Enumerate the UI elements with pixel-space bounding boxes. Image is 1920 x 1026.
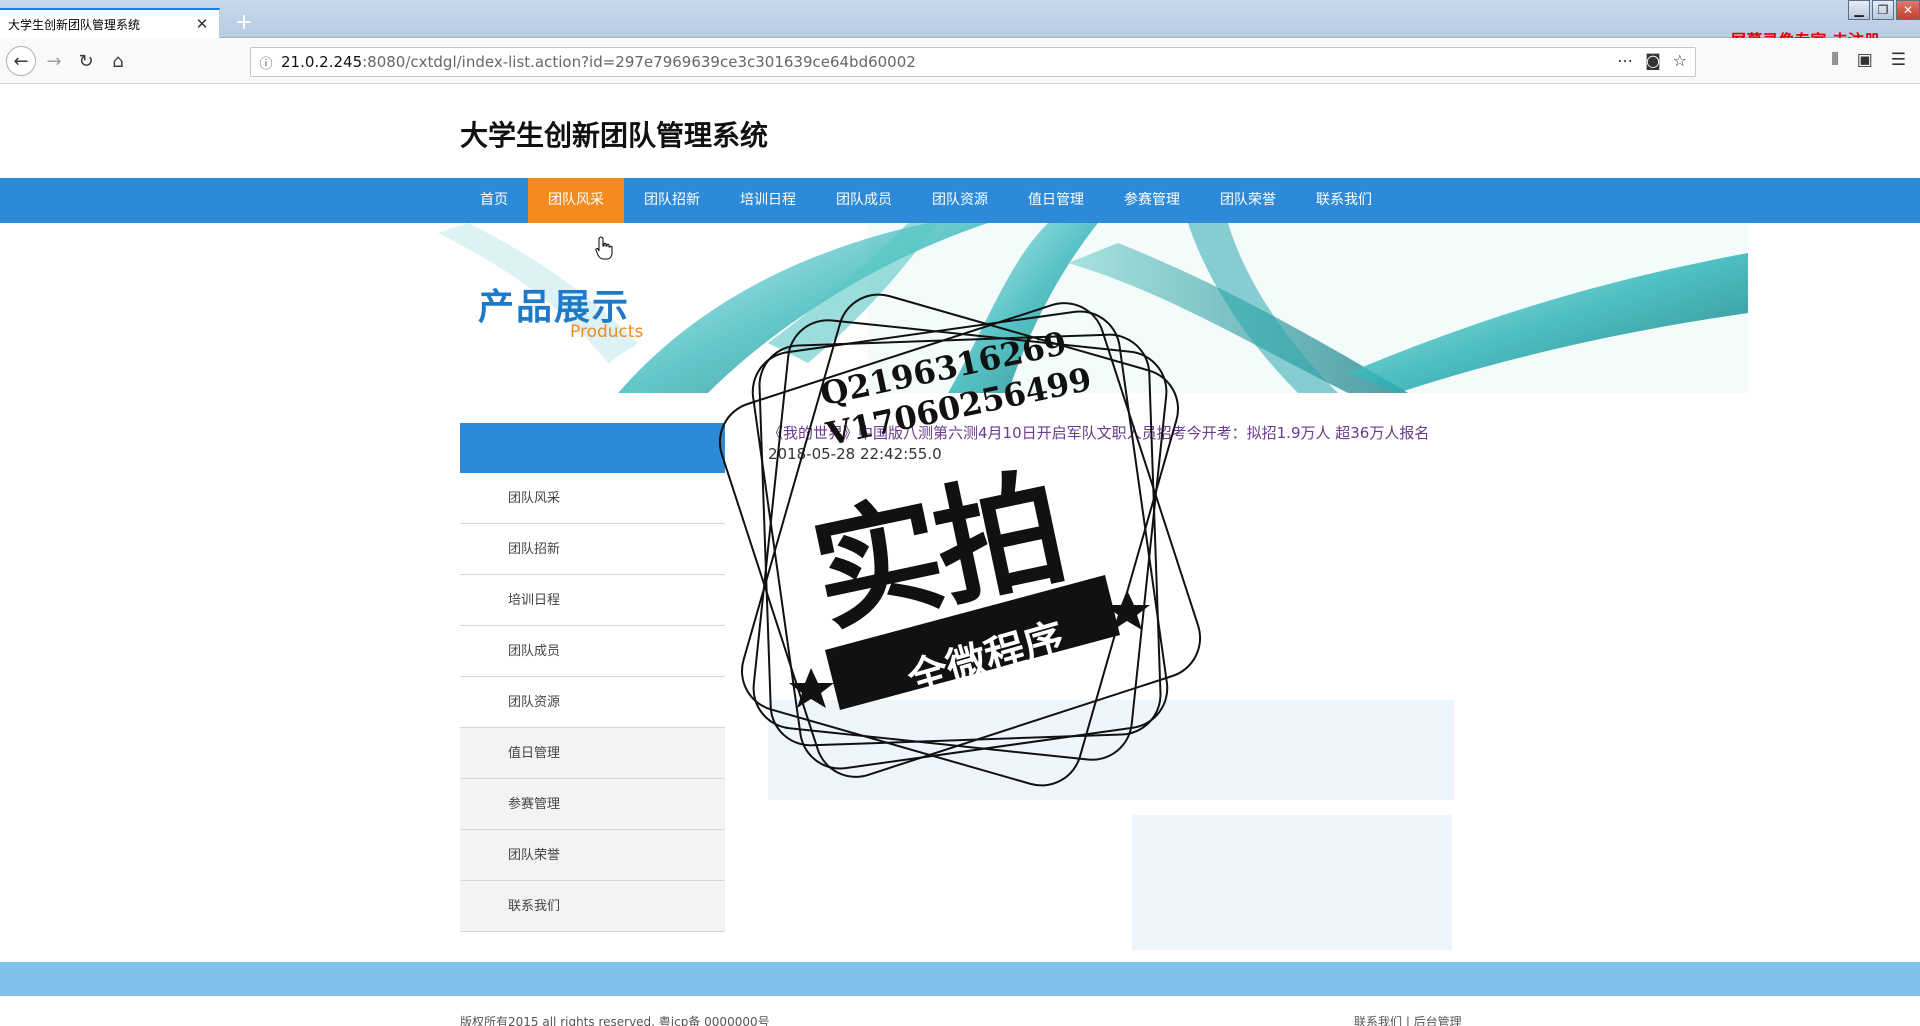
nav-item-0[interactable]: 首页 — [460, 178, 528, 223]
pocket-icon[interactable]: ◙ — [1645, 51, 1661, 70]
banner-subtitle: Products — [570, 322, 644, 342]
forward-arrow-icon[interactable]: → — [40, 47, 68, 75]
site-info-icon[interactable]: ⓘ — [251, 53, 281, 72]
sidebar-toggle-icon[interactable]: ▣ — [1857, 50, 1873, 70]
footer-links[interactable]: 联系我们 | 后台管理 — [1354, 1013, 1462, 1026]
tab-title: 大学生创新团队管理系统 — [8, 17, 141, 32]
url-host: 21.0.2.245 — [281, 53, 363, 71]
nav-item-7[interactable]: 参赛管理 — [1104, 178, 1200, 223]
minimize-icon[interactable]: ▁ — [1848, 0, 1870, 20]
footer-copyright: 版权所有2015 all rights reserved. 粤icp备 0000… — [460, 1015, 770, 1026]
sidebar-item-0[interactable]: 团队风采 — [460, 473, 725, 524]
hand-cursor-icon — [595, 236, 613, 264]
main-navigation: 首页 团队风采 团队招新 培训日程 团队成员 团队资源 值日管理 参赛管理 团队荣誉 联系我们 — [0, 178, 1920, 223]
nav-item-1[interactable]: 团队风采 — [528, 178, 624, 223]
stamp-watermark: Q2196316269 V17060256499 实拍 全微程序 — [715, 290, 1205, 790]
menu-icon[interactable]: ☰ — [1891, 50, 1906, 70]
sidebar-item-5[interactable]: 值日管理 — [460, 728, 725, 779]
nav-item-6[interactable]: 值日管理 — [1008, 178, 1104, 223]
sidebar-item-6[interactable]: 参赛管理 — [460, 779, 725, 830]
nav-item-3[interactable]: 培训日程 — [720, 178, 816, 223]
bookmark-star-icon[interactable]: ☆ — [1673, 51, 1687, 70]
new-tab-button[interactable]: + — [232, 10, 256, 36]
home-icon[interactable]: ⌂ — [104, 47, 132, 75]
sidebar: 团队风采 团队招新 培训日程 团队成员 团队资源 值日管理 参赛管理 团队荣誉 联系我们 — [460, 423, 725, 932]
tab-close-icon[interactable]: ✕ — [193, 15, 211, 33]
sidebar-item-4[interactable]: 团队资源 — [460, 677, 725, 728]
sidebar-header — [460, 423, 725, 473]
nav-item-2[interactable]: 团队招新 — [624, 178, 720, 223]
restore-icon[interactable]: ❐ — [1872, 0, 1894, 20]
nav-item-8[interactable]: 团队荣誉 — [1200, 178, 1296, 223]
sidebar-item-2[interactable]: 培训日程 — [460, 575, 725, 626]
sidebar-item-7[interactable]: 团队荣誉 — [460, 830, 725, 881]
site-title: 大学生创新团队管理系统 — [460, 119, 769, 152]
browser-navbar: ← → ↻ ⌂ ⓘ 21.0.2.245:8080/cxtdgl/index-l… — [0, 38, 1920, 84]
url-path: :8080/cxtdgl/index-list.action?id=297e79… — [362, 53, 916, 71]
browser-titlebar: 大学生创新团队管理系统 ✕ + ▁ ❐ ✕ 屏幕录像专家 未注册 — [0, 0, 1920, 50]
footer-bar — [0, 962, 1920, 996]
nav-item-9[interactable]: 联系我们 — [1296, 178, 1392, 223]
faint-content-block — [1132, 815, 1452, 950]
close-window-icon[interactable]: ✕ — [1896, 0, 1920, 20]
reload-icon[interactable]: ↻ — [72, 47, 100, 75]
back-arrow-icon[interactable]: ← — [6, 46, 36, 76]
library-icon[interactable]: ⫴ — [1832, 50, 1839, 70]
sidebar-item-8[interactable]: 联系我们 — [460, 881, 725, 932]
nav-item-5[interactable]: 团队资源 — [912, 178, 1008, 223]
page-actions-icon[interactable]: ⋯ — [1617, 51, 1633, 70]
window-controls: ▁ ❐ ✕ — [1848, 0, 1920, 20]
browser-tab[interactable]: 大学生创新团队管理系统 ✕ — [0, 8, 220, 38]
nav-item-4[interactable]: 团队成员 — [816, 178, 912, 223]
sidebar-item-3[interactable]: 团队成员 — [460, 626, 725, 677]
sidebar-item-1[interactable]: 团队招新 — [460, 524, 725, 575]
address-bar[interactable]: ⓘ 21.0.2.245:8080/cxtdgl/index-list.acti… — [250, 47, 1696, 77]
